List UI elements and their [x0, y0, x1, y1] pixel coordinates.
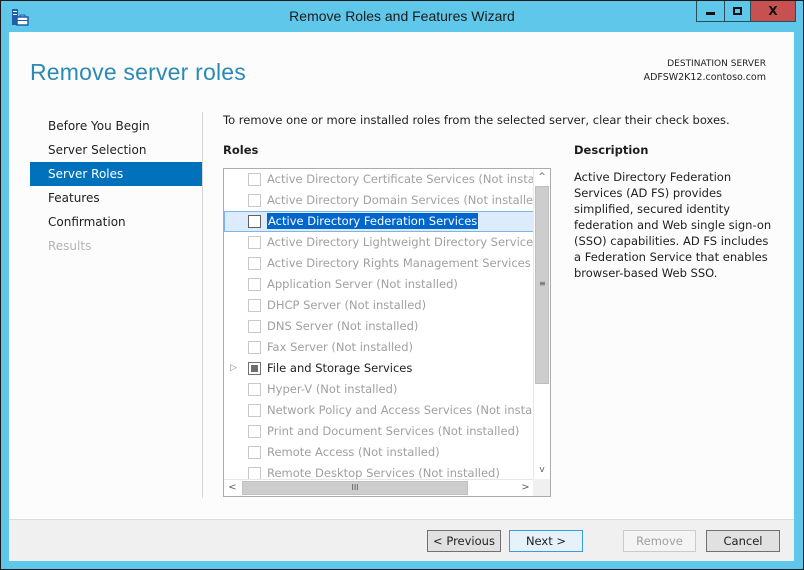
wizard-window: Remove Roles and Features Wizard X Remov… [0, 0, 804, 570]
roles-list[interactable]: Active Directory Certificate Services (N… [223, 168, 551, 497]
nav-divider [202, 112, 203, 498]
window-title: Remove Roles and Features Wizard [289, 8, 515, 24]
nav-item-before-you-begin[interactable]: Before You Begin [30, 114, 202, 138]
role-checkbox [248, 299, 261, 312]
expand-arrow-icon[interactable]: ▷ [230, 358, 240, 379]
scroll-left-icon[interactable]: < [224, 480, 241, 496]
role-checkbox [248, 173, 261, 186]
role-row[interactable]: Print and Document Services (Not install… [224, 421, 534, 442]
role-label: DNS Server (Not installed) [267, 319, 419, 333]
scrollbar-corner [533, 479, 550, 496]
role-row[interactable]: Active Directory Federation Services [224, 211, 534, 232]
role-label: Remote Access (Not installed) [267, 445, 440, 459]
destination-server-label: DESTINATION SERVER [667, 59, 766, 69]
wizard-content: Remove server roles DESTINATION SERVER A… [9, 32, 794, 519]
wizard-nav: Before You Begin Server Selection Server… [30, 114, 202, 258]
role-row[interactable]: DHCP Server (Not installed) [224, 295, 534, 316]
description-text: Active Directory Federation Services (AD… [574, 170, 772, 280]
role-checkbox [248, 383, 261, 396]
cancel-button[interactable]: Cancel [706, 530, 780, 552]
role-row[interactable]: Hyper-V (Not installed) [224, 379, 534, 400]
minimize-button[interactable] [696, 1, 725, 22]
role-row[interactable]: Remote Desktop Services (Not installed) [224, 463, 534, 479]
role-label: Remote Desktop Services (Not installed) [267, 466, 500, 479]
role-label: Network Policy and Access Services (Not … [267, 403, 534, 417]
role-row[interactable]: Network Policy and Access Services (Not … [224, 400, 534, 421]
role-checkbox [248, 341, 261, 354]
role-checkbox [248, 194, 261, 207]
role-label: Active Directory Domain Services (Not in… [267, 193, 534, 207]
role-label: Fax Server (Not installed) [267, 340, 414, 354]
destination-server-name: ADFSW2K12.contoso.com [643, 72, 766, 83]
role-label: Active Directory Federation Services [267, 213, 479, 229]
horizontal-scrollbar[interactable]: < III > [224, 479, 534, 496]
role-label: File and Storage Services [267, 361, 413, 375]
role-label: DHCP Server (Not installed) [267, 298, 427, 312]
role-checkbox[interactable] [248, 215, 261, 228]
nav-item-confirmation[interactable]: Confirmation [30, 210, 202, 234]
scroll-up-icon[interactable]: ^ [534, 169, 550, 186]
role-checkbox [248, 404, 261, 417]
role-label: Active Directory Lightweight Directory S… [267, 235, 534, 249]
role-label: Print and Document Services (Not install… [267, 424, 520, 438]
nav-item-results: Results [48, 239, 92, 253]
title-bar[interactable]: Remove Roles and Features Wizard X [1, 1, 803, 33]
role-label: Active Directory Rights Management Servi… [267, 256, 534, 270]
scroll-down-icon[interactable]: v [534, 462, 550, 479]
role-row[interactable]: Active Directory Lightweight Directory S… [224, 232, 534, 253]
minimize-icon [706, 12, 715, 15]
role-checkbox [248, 467, 261, 479]
instructions-text: To remove one or more installed roles fr… [223, 113, 730, 127]
wizard-footer: < Previous Next > Remove Cancel [9, 519, 794, 561]
close-button[interactable]: X [750, 1, 796, 22]
roles-heading: Roles [223, 143, 259, 157]
close-icon: X [768, 4, 778, 18]
remove-button: Remove [623, 530, 696, 552]
role-row[interactable]: DNS Server (Not installed) [224, 316, 534, 337]
role-checkbox [248, 236, 261, 249]
role-checkbox [248, 278, 261, 291]
maximize-button[interactable] [724, 1, 751, 22]
nav-item-server-roles[interactable]: Server Roles [30, 162, 202, 186]
role-row[interactable]: Active Directory Domain Services (Not in… [224, 190, 534, 211]
previous-button[interactable]: < Previous [427, 530, 501, 552]
maximize-icon [733, 7, 742, 15]
horizontal-scroll-thumb[interactable]: III [242, 481, 468, 495]
page-title: Remove server roles [30, 59, 246, 85]
role-label: Hyper-V (Not installed) [267, 382, 398, 396]
grip-icon: ≡ [539, 279, 546, 288]
roles-list-rows: Active Directory Certificate Services (N… [224, 169, 534, 479]
vertical-scroll-thumb[interactable]: ≡ [535, 186, 549, 384]
description-heading: Description [574, 143, 649, 157]
role-checkbox[interactable] [248, 362, 261, 375]
role-row[interactable]: Active Directory Certificate Services (N… [224, 169, 534, 190]
role-checkbox [248, 320, 261, 333]
scroll-right-icon[interactable]: > [517, 480, 534, 496]
role-row[interactable]: Application Server (Not installed) [224, 274, 534, 295]
role-row[interactable]: ▷ File and Storage Services [224, 358, 534, 379]
nav-item-features[interactable]: Features [30, 186, 202, 210]
role-row[interactable]: Remote Access (Not installed) [224, 442, 534, 463]
vertical-scrollbar[interactable]: ^ ≡ v [533, 169, 550, 479]
role-checkbox [248, 425, 261, 438]
role-row[interactable]: Fax Server (Not installed) [224, 337, 534, 358]
role-label: Active Directory Certificate Services (N… [267, 172, 534, 186]
role-checkbox [248, 257, 261, 270]
next-button[interactable]: Next > [509, 530, 583, 552]
role-row[interactable]: Active Directory Rights Management Servi… [224, 253, 534, 274]
role-checkbox [248, 446, 261, 459]
role-label: Application Server (Not installed) [267, 277, 458, 291]
nav-item-server-selection[interactable]: Server Selection [30, 138, 202, 162]
